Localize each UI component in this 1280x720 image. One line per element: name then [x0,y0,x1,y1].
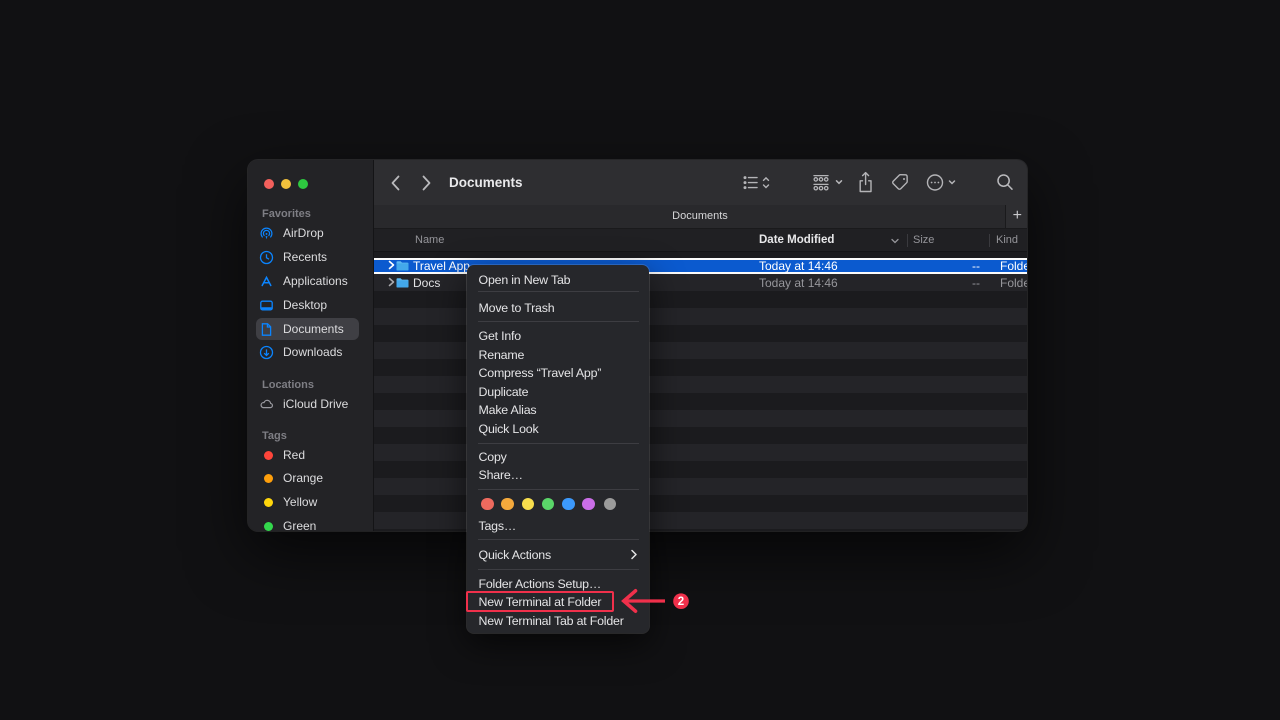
svg-text:2: 2 [678,596,684,608]
